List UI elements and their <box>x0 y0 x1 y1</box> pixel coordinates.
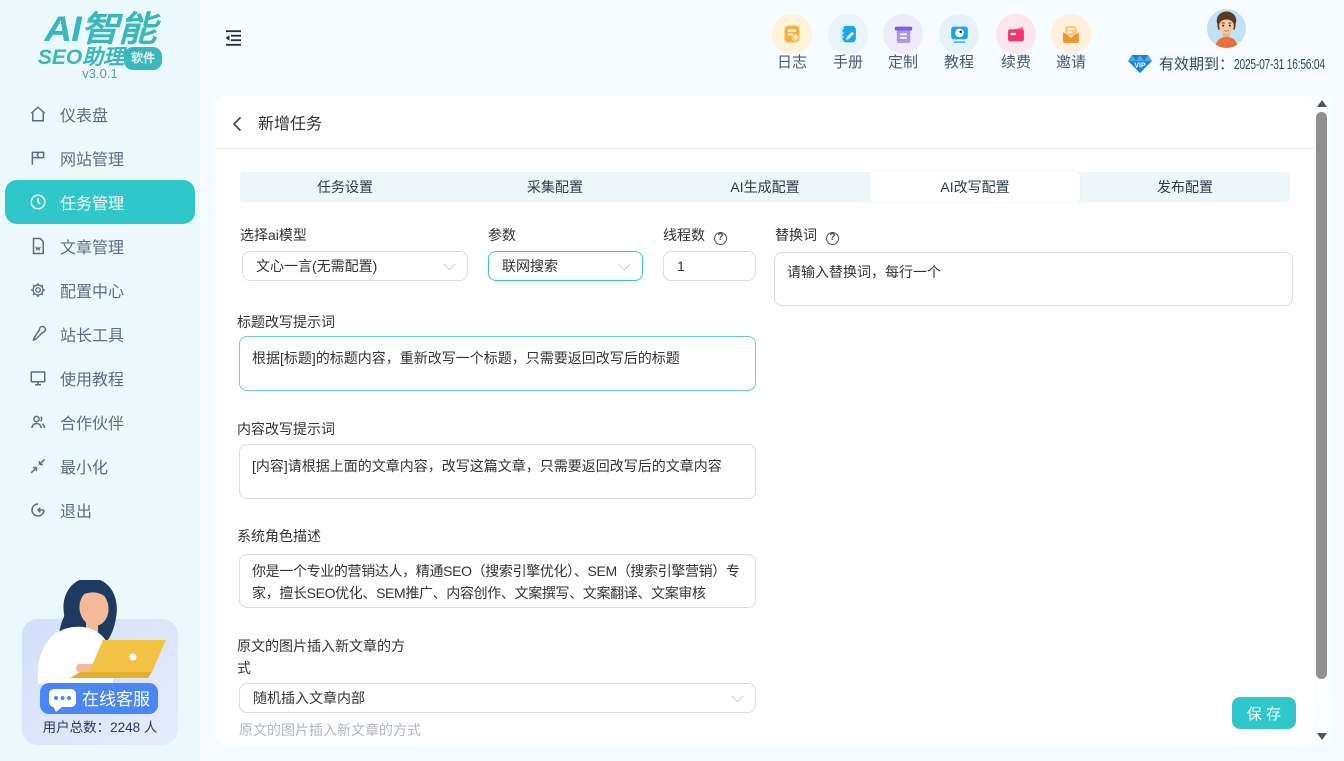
svg-text:用户总数：2248 人: 用户总数：2248 人 <box>43 719 158 735</box>
svg-text:在线客服: 在线客服 <box>82 690 150 709</box>
svg-text:VIP: VIP <box>1134 62 1146 69</box>
